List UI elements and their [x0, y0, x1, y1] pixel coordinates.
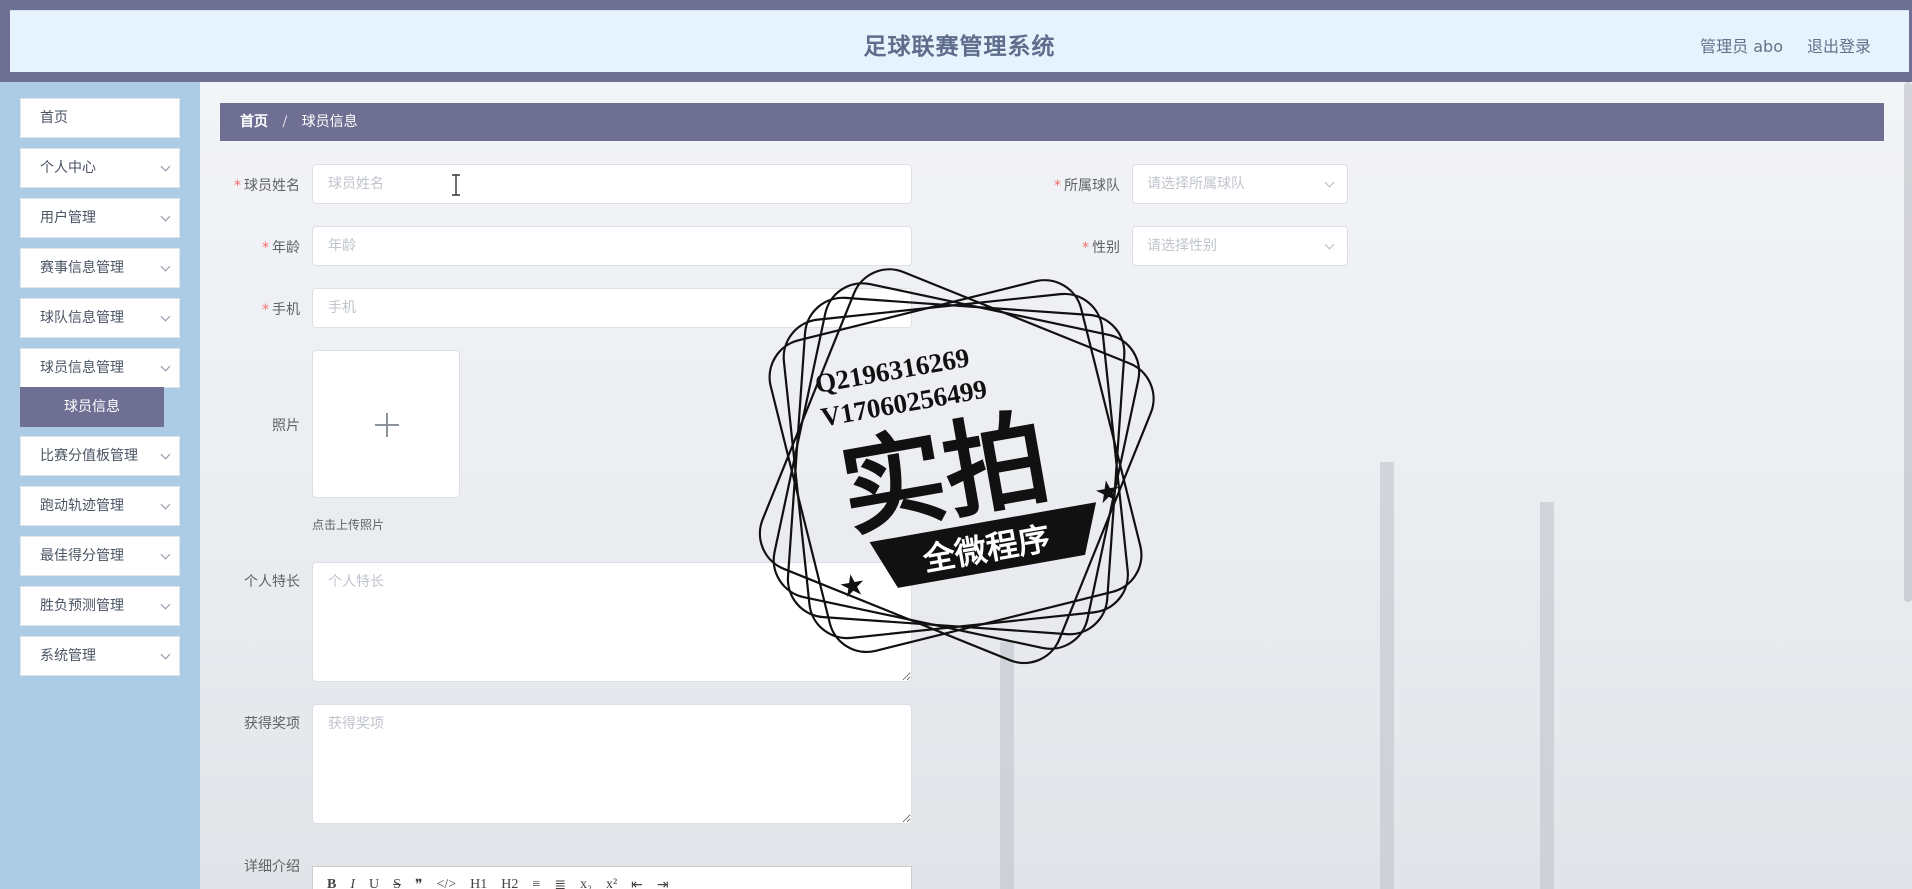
h1-button[interactable]: H1	[470, 877, 487, 889]
player-name-input[interactable]	[312, 164, 912, 204]
subscript-button[interactable]: x₂	[580, 877, 592, 889]
superscript-button[interactable]: x²	[606, 877, 617, 889]
sidebar-item-label: 球员信息管理	[40, 360, 124, 376]
sidebar-item-label: 胜负预测管理	[40, 598, 124, 614]
breadcrumb: 首页 / 球员信息	[220, 103, 1884, 141]
sidebar-item-label: 跑动轨迹管理	[40, 498, 124, 514]
sidebar-item-home[interactable]: 首页	[20, 98, 180, 138]
chevron-down-icon	[160, 599, 171, 610]
background-decoration	[1380, 462, 1394, 889]
chevron-down-icon	[160, 261, 171, 272]
sidebar-item-label: 首页	[40, 110, 68, 126]
gender-select-placeholder: 请选择性别	[1147, 238, 1217, 254]
sidebar-item-scoreboard[interactable]: 比赛分值板管理	[20, 436, 180, 476]
indent-button[interactable]: ⇥	[657, 877, 669, 889]
background-decoration	[1000, 642, 1014, 889]
sidebar-item-prediction[interactable]: 胜负预测管理	[20, 586, 180, 626]
sidebar-item-team-info[interactable]: 球队信息管理	[20, 298, 180, 338]
chevron-down-icon	[160, 361, 171, 372]
h2-button[interactable]: H2	[501, 877, 518, 889]
underline-button[interactable]: U	[369, 877, 379, 889]
page-scrollbar[interactable]	[1904, 82, 1912, 602]
required-mark: *	[262, 240, 269, 256]
photo-label: 照片	[272, 418, 300, 434]
awards-label: 获得奖项	[244, 716, 300, 732]
age-input[interactable]	[312, 226, 912, 266]
plus-icon	[386, 413, 388, 437]
breadcrumb-home[interactable]: 首页	[240, 114, 268, 130]
phone-label: * 手机	[262, 302, 300, 318]
breadcrumb-current: 球员信息	[301, 114, 358, 130]
header-bar: 足球联赛管理系统 管理员 abo 退出登录	[10, 10, 1909, 72]
italic-button[interactable]: I	[350, 877, 355, 889]
bullet-list-button[interactable]: ≣	[554, 877, 566, 889]
bold-button[interactable]: B	[327, 877, 336, 889]
sidebar-subitem-player-info[interactable]: 球员信息	[20, 387, 164, 427]
sidebar-item-label: 赛事信息管理	[40, 260, 124, 276]
phone-input[interactable]	[312, 288, 912, 328]
quote-button[interactable]: ❞	[415, 877, 423, 889]
current-user-label: 管理员 abo	[1700, 37, 1783, 56]
sidebar-item-label: 球队信息管理	[40, 310, 124, 326]
text-cursor-icon	[452, 174, 460, 196]
sidebar-item-label: 用户管理	[40, 210, 96, 226]
team-label: * 所属球队	[1054, 178, 1120, 194]
chevron-down-icon	[160, 499, 171, 510]
strike-button[interactable]: S	[393, 877, 401, 889]
photo-upload-box[interactable]	[312, 350, 460, 498]
sidebar-item-player-info[interactable]: 球员信息管理	[20, 348, 180, 388]
chevron-down-icon	[160, 449, 171, 460]
age-label: * 年龄	[262, 240, 300, 256]
chevron-down-icon	[1324, 239, 1335, 250]
breadcrumb-separator: /	[282, 114, 288, 130]
chevron-down-icon	[160, 161, 171, 172]
specialty-label: 个人特长	[244, 574, 300, 590]
sidebar-item-personal-center[interactable]: 个人中心	[20, 148, 180, 188]
team-select[interactable]: 请选择所属球队	[1132, 164, 1348, 204]
user-area: 管理员 abo 退出登录	[1700, 33, 1871, 57]
sidebar-item-system[interactable]: 系统管理	[20, 636, 180, 676]
chevron-down-icon	[160, 649, 171, 660]
ordered-list-button[interactable]: ≡	[532, 877, 540, 889]
required-mark: *	[234, 178, 241, 194]
team-select-placeholder: 请选择所属球队	[1147, 176, 1245, 192]
required-mark: *	[1082, 240, 1089, 256]
chevron-down-icon	[160, 211, 171, 222]
outdent-button[interactable]: ⇤	[631, 877, 643, 889]
chevron-down-icon	[160, 549, 171, 560]
required-mark: *	[1054, 178, 1061, 194]
specialty-textarea[interactable]	[312, 562, 912, 682]
gender-label: * 性别	[1082, 240, 1120, 256]
sidebar-item-label: 最佳得分管理	[40, 548, 124, 564]
main-content: 首页 / 球员信息 *球员姓名 *所属球队 请选择所属球队 *年龄 *性别 请选…	[200, 82, 1912, 889]
sidebar-item-label: 个人中心	[40, 160, 96, 176]
app-title: 足球联赛管理系统	[863, 34, 1056, 60]
background-decoration	[1540, 502, 1554, 889]
top-header: 足球联赛管理系统 管理员 abo 退出登录	[0, 0, 1912, 82]
sidebar: 首页 个人中心 用户管理 赛事信息管理 球队信息管理 球员信息管理 球员信息 比…	[0, 82, 200, 889]
awards-textarea[interactable]	[312, 704, 912, 824]
player-name-label: * 球员姓名	[234, 178, 300, 194]
sidebar-item-label: 系统管理	[40, 648, 96, 664]
details-label: 详细介绍	[244, 859, 300, 875]
sidebar-item-running-track[interactable]: 跑动轨迹管理	[20, 486, 180, 526]
chevron-down-icon	[1324, 177, 1335, 188]
sidebar-item-user-management[interactable]: 用户管理	[20, 198, 180, 238]
required-mark: *	[262, 302, 269, 318]
chevron-down-icon	[160, 311, 171, 322]
gender-select[interactable]: 请选择性别	[1132, 226, 1348, 266]
code-button[interactable]: </>	[436, 877, 456, 889]
rich-text-toolbar: B I U S ❞ </> H1 H2 ≡ ≣ x₂ x² ⇤ ⇥	[312, 866, 912, 889]
sidebar-item-match-info[interactable]: 赛事信息管理	[20, 248, 180, 288]
photo-upload-hint: 点击上传照片	[312, 518, 385, 532]
logout-link[interactable]: 退出登录	[1807, 33, 1871, 57]
sidebar-item-label: 比赛分值板管理	[40, 448, 138, 464]
sidebar-item-best-score[interactable]: 最佳得分管理	[20, 536, 180, 576]
